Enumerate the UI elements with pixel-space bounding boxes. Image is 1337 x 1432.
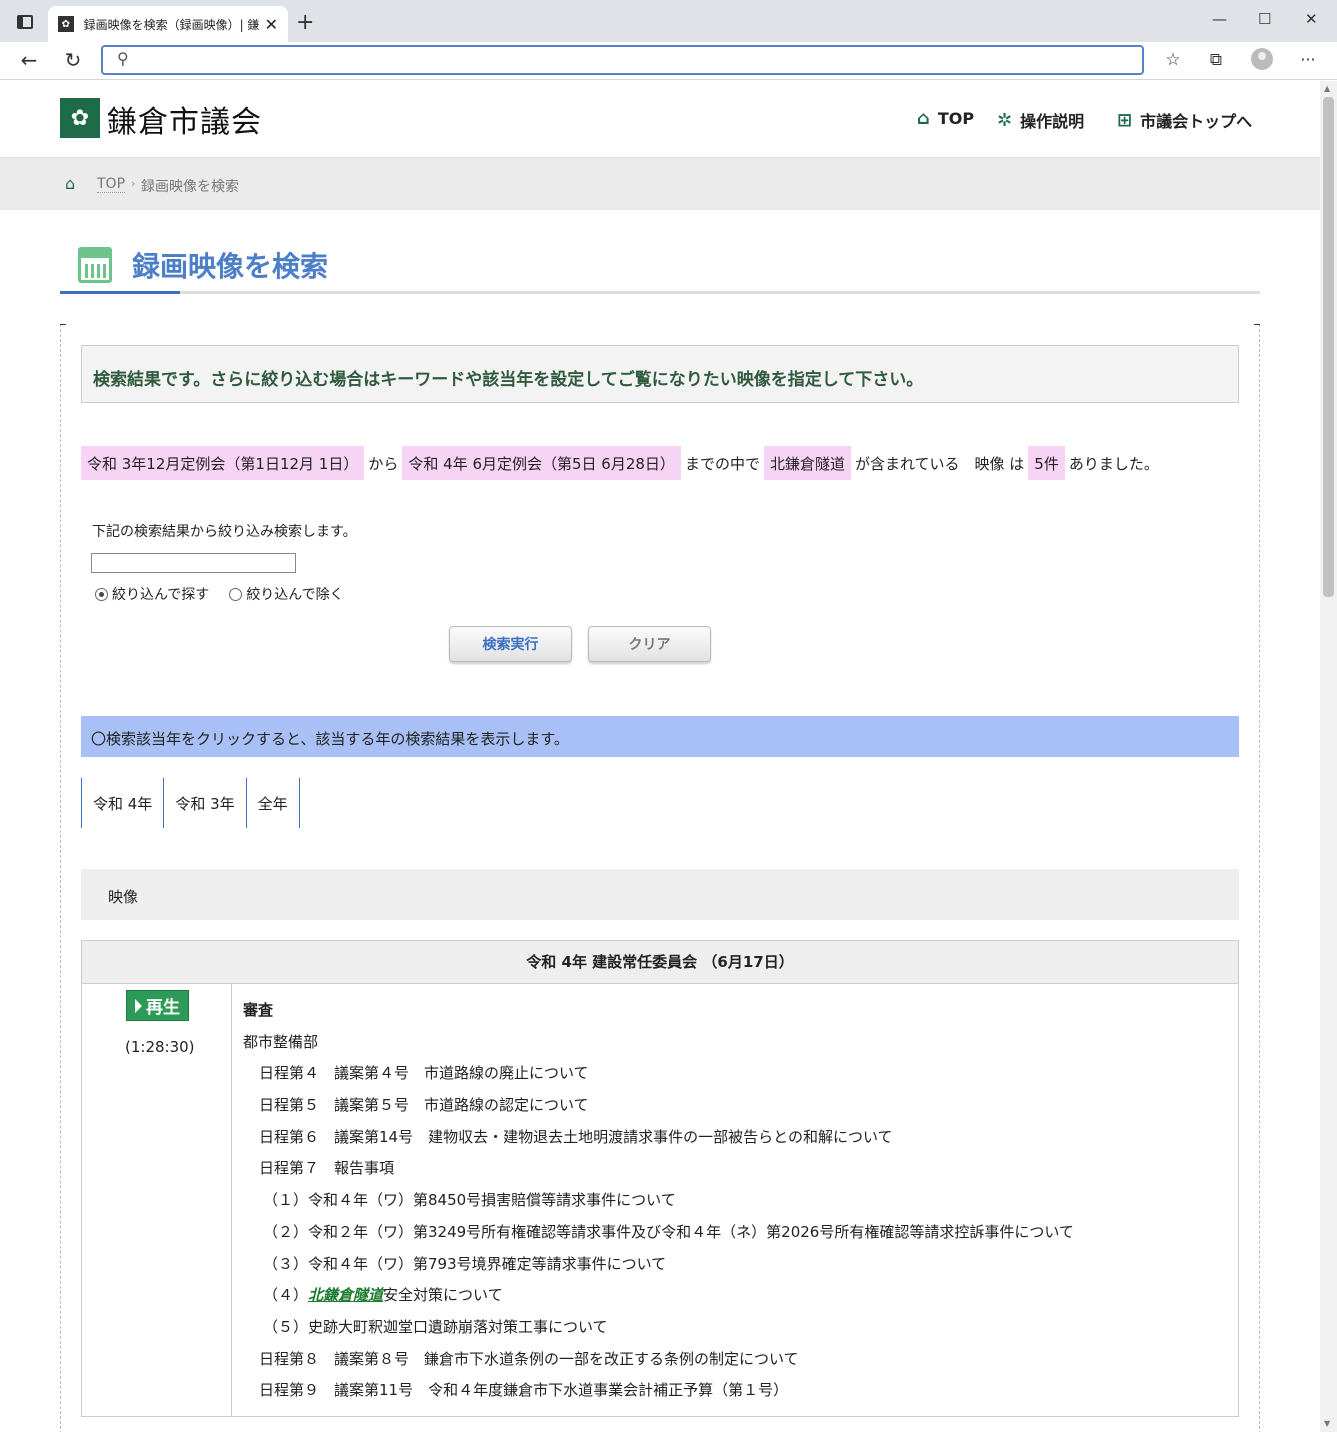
agenda-item: 日程第５ 議案第５号 市道路線の認定について [259,1096,589,1115]
meeting-agenda: 審査 都市整備部 日程第４ 議案第４号 市道路線の廃止について 日程第５ 議案第… [243,999,1074,1411]
browser-tabbar: ✿ 録画映像を検索（録画映像）| 鎌 ✕ + — ☐ ✕ [0,0,1337,42]
agenda-keyword-highlight[interactable]: 北鎌倉隧道 [308,1286,383,1304]
browser-tab[interactable]: ✿ 録画映像を検索（録画映像）| 鎌 ✕ [48,6,288,42]
result-from-suffix: から [368,454,399,473]
nav-council-top-label: 市議会トップへ [1140,112,1253,131]
nav-top[interactable]: ⌂ TOP [917,108,974,129]
tab-title: 録画映像を検索（録画映像）| 鎌 [83,17,259,32]
year-tabs: 令和 4年 令和 3年 全年 [81,778,300,828]
nav-council-top[interactable]: ⊞ 市議会トップへ [1117,108,1252,132]
video-section-header: 映像 [81,869,1239,920]
agenda-item: 日程第７ 報告事項 [259,1159,395,1178]
page-title: 録画映像を検索 [132,250,329,283]
result-to-suffix: までの中で [684,454,760,473]
logo-emblem-icon[interactable]: ✿ [60,98,100,138]
agenda-subitem: （２）令和２年（ワ）第3249号所有権確認等請求事件及び令和４年（ネ）第2026… [263,1222,1074,1241]
browser-toolbar: ← ↻ ⚲ ☆ ⧉ ··· [0,42,1337,80]
nav-manual[interactable]: ✲ 操作説明 [997,108,1084,132]
address-bar[interactable]: ⚲ [101,45,1144,75]
video-section-label: 映像 [108,888,139,906]
result-count-suffix: ありました。 [1068,454,1159,473]
scroll-up-icon[interactable]: ▲ [1324,84,1330,93]
tab-actions-icon[interactable] [14,13,36,31]
page-scrollbar[interactable]: ▲ ▼ [1320,81,1337,1432]
agenda-heading: 審査 [243,1001,274,1019]
gear-icon: ✲ [997,109,1013,131]
site-favicon-icon: ✿ [58,16,74,32]
search-button[interactable]: 検索実行 [449,626,572,662]
year-filter-hint: 〇検索該当年をクリックすると、該当する年の検索結果を表示します。 [81,716,1239,757]
video-duration: (1:28:30) [125,1038,195,1056]
refine-input[interactable] [91,553,296,573]
radio-exclude-circle[interactable] [229,587,243,601]
page-viewport: ✿ 鎌倉市議会 ⌂ TOP ✲ 操作説明 ⊞ 市議会トップへ ⌂ TOP › 録… [0,81,1320,1432]
collections-icon[interactable]: ⧉ [1203,50,1229,70]
scrollbar-thumb[interactable] [1323,97,1334,597]
play-button[interactable]: 再生 [126,990,189,1021]
year-tab-r3[interactable]: 令和 3年 [163,778,245,828]
agenda-subitem: （５）史跡大町釈迦堂口遺跡崩落対策工事について [263,1317,608,1336]
clear-button[interactable]: クリア [588,626,711,662]
radio-include[interactable]: 絞り込んで探す [95,584,209,604]
year-tab-r4[interactable]: 令和 4年 [81,778,163,828]
breadcrumb-home-icon[interactable]: ⌂ [65,174,75,193]
reload-icon[interactable]: ↻ [60,48,86,72]
play-label: 再生 [146,998,180,1018]
result-to: 令和 4年 6月定例会（第5日 6月28日） [402,446,681,480]
meeting-player-column: 再生 (1:28:30) [82,984,232,1416]
refine-mode-group: 絞り込んで探す 絞り込んで除く [95,584,364,604]
scroll-down-icon[interactable]: ▼ [1324,1419,1330,1428]
agenda-item: 日程第８ 議案第８号 鎌倉市下水道条例の一部を改正する条例の制定について [259,1349,799,1368]
new-tab-button[interactable]: + [296,10,314,35]
favorites-icon[interactable]: ☆ [1160,50,1186,70]
breadcrumb-top-link[interactable]: TOP [97,176,126,193]
nav-manual-label: 操作説明 [1020,112,1085,131]
close-window-button[interactable]: ✕ [1305,10,1318,28]
agenda-subitem: （３）令和４年（ワ）第793号境界確定等請求事件について [263,1254,667,1273]
site-name[interactable]: 鎌倉市議会 [107,97,262,141]
year-tab-all[interactable]: 全年 [245,778,300,828]
calendar-icon [78,247,112,283]
agenda-item: 日程第４ 議案第４号 市道路線の廃止について [259,1064,589,1083]
refine-label: 下記の検索結果から絞り込み検索します。 [92,524,357,540]
site-header: ✿ 鎌倉市議会 ⌂ TOP ✲ 操作説明 ⊞ 市議会トップへ [0,81,1320,158]
agenda-subitem-prefix: （４） [263,1286,309,1305]
breadcrumb: ⌂ TOP › 録画映像を検索 [0,158,1320,210]
home-icon: ⌂ [917,108,930,129]
profile-icon[interactable] [1251,48,1273,70]
agenda-item: 日程第６ 議案第14号 建物収去・建物退去土地明渡請求事件の一部被告らとの和解に… [259,1127,893,1146]
breadcrumb-current: 録画映像を検索 [141,179,239,195]
search-icon: ⚲ [117,49,129,68]
more-icon[interactable]: ··· [1295,50,1321,69]
back-icon[interactable]: ← [16,48,42,72]
result-from: 令和 3年12月定例会（第1日12月 1日） [81,446,365,480]
nav-top-label: TOP [937,109,975,128]
result-keyword: 北鎌倉隧道 [763,446,851,480]
result-summary: 令和 3年12月定例会（第1日12月 1日） から 令和 4年 6月定例会（第5… [81,446,1163,480]
radio-exclude-label: 絞り込んで除く [246,587,344,603]
result-count: 5件 [1028,446,1065,480]
play-icon [135,998,142,1013]
agenda-subitem: （４）北鎌倉隧道安全対策について [243,1284,1074,1316]
radio-include-circle[interactable] [95,587,108,601]
sitemap-icon: ⊞ [1117,109,1133,131]
maximize-button[interactable]: ☐ [1258,10,1271,28]
meeting-card: 令和 4年 建設常任委員会 （6月17日） 再生 (1:28:30) 審査 都市… [81,940,1239,1417]
tab-close-icon[interactable]: ✕ [265,15,278,34]
minimize-button[interactable]: — [1212,10,1227,28]
search-notice: 検索結果です。さらに絞り込む場合はキーワードや該当年を設定してご覧になりたい映像… [81,345,1239,403]
year-filter-hint-text: 〇検索該当年をクリックすると、該当する年の検索結果を表示します。 [91,730,569,748]
search-notice-text: 検索結果です。さらに絞り込む場合はキーワードや該当年を設定してご覧になりたい映像… [93,370,924,390]
agenda-subitem-suffix: 安全対策について [383,1286,503,1305]
radio-include-label: 絞り込んで探す [112,587,210,603]
page-title-block: 録画映像を検索 [60,239,1260,294]
agenda-subitem: （１）令和４年（ワ）第8450号損害賠償等請求事件について [263,1191,676,1210]
meeting-title: 令和 4年 建設常任委員会 （6月17日） [82,941,1238,984]
radio-exclude[interactable]: 絞り込んで除く [229,584,344,604]
title-underline-accent [60,291,180,294]
agenda-department: 都市整備部 [243,1032,319,1051]
breadcrumb-separator: › [131,177,136,190]
result-keyword-suffix: が含まれている 映像 は [854,454,1025,473]
agenda-item: 日程第９ 議案第11号 令和４年度鎌倉市下水道事業会計補正予算（第１号） [259,1381,789,1400]
